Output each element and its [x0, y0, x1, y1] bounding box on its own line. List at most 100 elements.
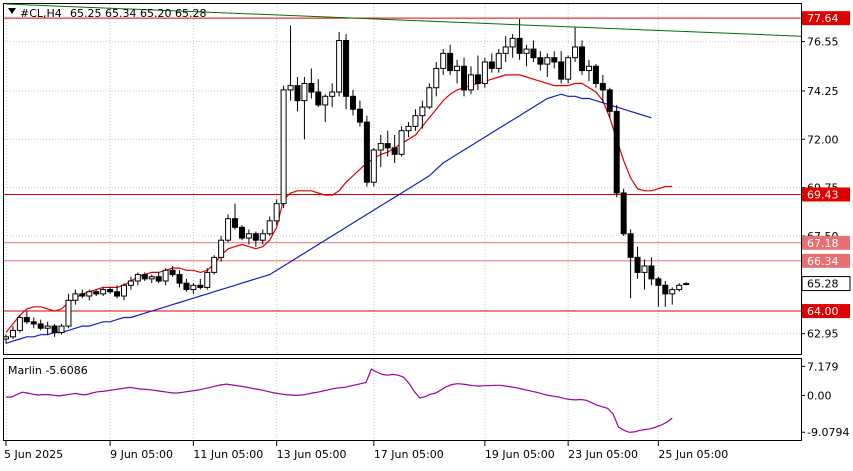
time-tick-label: 25 Jun 05:00 [658, 448, 728, 461]
candle-body-bull [301, 82, 308, 102]
candle-body-bull [259, 233, 266, 241]
candle-body-bull [127, 280, 134, 286]
candle-body-bull [572, 46, 579, 59]
candle-body-bull [245, 233, 252, 239]
candle-body-bull [544, 57, 551, 65]
candle-body-bear [252, 233, 259, 241]
time-tick-label: 11 Jun 05:00 [193, 448, 263, 461]
candle-body-bull [683, 283, 690, 286]
candle-body-bear [232, 218, 239, 228]
candle[interactable] [211, 255, 218, 275]
candle-body-bull [58, 325, 65, 334]
candle-body-bull [523, 48, 530, 54]
candle-body-bull [433, 67, 440, 89]
candle-body-bear [169, 269, 176, 276]
time-tick-label: 19 Jun 05:00 [485, 448, 555, 461]
candle-body-bear [238, 226, 245, 239]
candle-body-bear [606, 89, 613, 112]
candle-body-bear [648, 265, 655, 280]
main-plot-frame [3, 3, 802, 355]
candle-body-bear [662, 284, 669, 295]
candle[interactable] [370, 147, 377, 187]
candle[interactable] [613, 104, 620, 198]
candle[interactable] [565, 55, 572, 84]
time-tick-label: 9 Jun 05:00 [110, 448, 173, 461]
candle-body-bear [579, 46, 586, 72]
candle-body-bull [419, 106, 426, 117]
candle-body-bear [613, 110, 620, 194]
candle-body-bull [454, 65, 461, 72]
candle-body-bull [148, 276, 155, 280]
candle-body-bull [72, 293, 79, 301]
candle-body-bear [350, 95, 356, 110]
candle-body-bear [30, 321, 37, 325]
candle-body-bull [322, 95, 329, 106]
candle-body-bear [79, 293, 86, 297]
candle[interactable] [363, 115, 370, 187]
candle-body-bull [9, 329, 16, 338]
candle-body-bear [176, 274, 183, 284]
candle-body-bear [599, 82, 606, 91]
candle-body-bull [440, 52, 447, 69]
candle-body-bear [93, 291, 100, 295]
candle-body-bull [280, 89, 287, 205]
candle[interactable] [398, 126, 405, 157]
candle-body-bull [565, 57, 572, 80]
candle-body-bull [329, 91, 336, 97]
indicator-tick-label: -9.0794 [807, 426, 849, 439]
candle[interactable] [218, 235, 225, 262]
ohlc-label: 65.25 65.34 65.20 65.28 [70, 7, 206, 20]
candle[interactable] [16, 315, 23, 333]
level-price-label: 66.34 [807, 255, 839, 268]
candle-body-bull [204, 271, 211, 288]
candle-body-bear [37, 323, 44, 329]
candle-body-bull [273, 203, 280, 222]
candle-body-bull [162, 269, 169, 282]
candle[interactable] [481, 57, 488, 88]
candle-body-bear [114, 291, 121, 297]
candle[interactable] [225, 214, 232, 243]
candle-body-bear [356, 108, 363, 123]
candle-body-bull [266, 220, 273, 235]
candle-body-bull [190, 284, 197, 291]
candle-body-bear [551, 57, 558, 63]
time-tick-label: 13 Jun 05:00 [277, 448, 347, 461]
candle-body-bull [211, 256, 218, 273]
candle-body-bull [676, 284, 683, 291]
price-axis[interactable]: 76.5574.2572.0069.7567.5062.9577.6469.43… [801, 11, 851, 341]
time-tick-label: 5 Jun 2025 [4, 448, 63, 461]
candle[interactable] [426, 83, 433, 110]
candle-body-bear [155, 276, 162, 282]
candle-body-bull [336, 40, 343, 93]
candle-body-bull [218, 239, 225, 258]
time-axis[interactable]: 5 Jun 2025 9 Jun 05:00 11 Jun 05:00 13 Jun … [4, 441, 728, 461]
candle-body-bear [363, 121, 370, 183]
candle-body-bull [412, 115, 419, 127]
candle-body-bull [225, 218, 232, 241]
candle[interactable] [280, 85, 287, 208]
candle[interactable] [273, 199, 280, 226]
candle-body-bull [134, 274, 141, 282]
candle[interactable] [336, 31, 343, 97]
candle-body-bear [474, 74, 481, 84]
candle-body-bear [592, 65, 599, 84]
time-tick-label: 23 Jun 05:00 [568, 448, 638, 461]
current-price-label: 65.28 [807, 278, 839, 291]
symbol-label: #CL,H4 [20, 7, 62, 20]
candle-body-bull [86, 291, 93, 297]
candle[interactable] [620, 188, 627, 236]
chart-window[interactable]: 76.5574.2572.0069.7567.5062.9577.6469.43… [0, 0, 853, 467]
candle-body-bull [100, 289, 107, 295]
candle-body-bear [634, 256, 641, 273]
price-chart[interactable]: 76.5574.2572.0069.7567.5062.9577.6469.43… [0, 0, 853, 467]
candle-body-bear [308, 82, 315, 93]
level-price-label: 77.64 [807, 12, 839, 25]
candle-body-bear [141, 274, 148, 280]
candle-body-bear [516, 37, 523, 54]
candle-body-bull [481, 61, 488, 84]
candle-body-bull [120, 284, 127, 297]
time-tick-label: 17 Jun 05:00 [374, 448, 444, 461]
candle[interactable] [238, 225, 245, 241]
candle-body-bear [315, 91, 322, 106]
candle-body-bear [107, 289, 114, 293]
